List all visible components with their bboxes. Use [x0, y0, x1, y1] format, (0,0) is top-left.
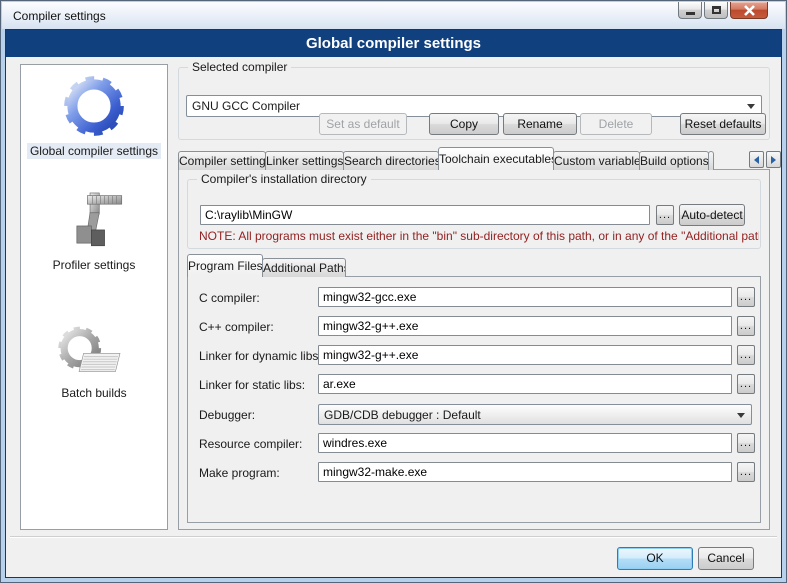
sidebar-item-batch-builds[interactable]: Batch builds	[21, 321, 167, 401]
tab-scroll-left-button[interactable]	[749, 151, 764, 168]
make-program-input[interactable]	[318, 462, 732, 482]
make-program-label: Make program:	[199, 466, 280, 480]
program-files-panel: C compiler: ... C++ compiler: ... Linker…	[187, 276, 761, 523]
cpp-compiler-input[interactable]	[318, 316, 732, 336]
resource-compiler-label: Resource compiler:	[199, 437, 302, 451]
delete-button[interactable]: Delete	[580, 113, 652, 135]
blue-gear-icon	[58, 69, 130, 143]
installation-directory-legend: Compiler's installation directory	[197, 172, 371, 186]
arrow-left-icon	[754, 156, 759, 164]
debugger-label: Debugger:	[199, 408, 255, 422]
resource-compiler-browse-button[interactable]: ...	[737, 433, 755, 453]
cancel-button[interactable]: Cancel	[698, 547, 754, 570]
chevron-down-icon	[747, 104, 755, 109]
make-program-browse-button[interactable]: ...	[737, 462, 755, 482]
tab-additional-paths[interactable]: Additional Paths	[262, 258, 346, 277]
toolchain-executables-panel: Compiler's installation directory ... Au…	[178, 169, 770, 530]
sidebar-item-global-compiler-settings[interactable]: Global compiler settings	[21, 69, 167, 159]
selected-compiler-group: Selected compiler GNU GCC Compiler Set a…	[178, 67, 770, 140]
set-as-default-button[interactable]: Set as default	[319, 113, 407, 135]
dialog-header: Global compiler settings	[6, 30, 781, 57]
ok-button[interactable]: OK	[617, 547, 693, 570]
tab-toolchain-executables[interactable]: Toolchain executables	[438, 147, 554, 170]
arrow-right-icon	[771, 156, 776, 164]
chevron-down-icon	[737, 413, 745, 418]
close-button[interactable]	[730, 2, 768, 19]
dialog-frame: Global compiler settings Global compiler…	[5, 29, 782, 578]
window-title: Compiler settings	[13, 9, 106, 23]
compiler-select-value: GNU GCC Compiler	[192, 99, 300, 113]
browse-directory-button[interactable]: ...	[656, 205, 674, 225]
maximize-button[interactable]	[704, 2, 728, 19]
dynamic-linker-label: Linker for dynamic libs:	[199, 349, 322, 363]
titlebar[interactable]: Compiler settings	[2, 2, 785, 29]
c-compiler-browse-button[interactable]: ...	[737, 287, 755, 307]
tab-program-files[interactable]: Program Files	[187, 254, 263, 277]
debugger-select-value: GDB/CDB debugger : Default	[324, 408, 481, 422]
settings-tabstrip: Compiler settings Linker settings Search…	[178, 147, 783, 170]
maximize-icon	[712, 6, 721, 14]
installation-directory-group: Compiler's installation directory ... Au…	[187, 179, 761, 249]
tab-linker-settings[interactable]: Linker settings	[265, 151, 344, 170]
auto-detect-button[interactable]: Auto-detect	[679, 204, 745, 226]
tab-scroll-arrows	[747, 151, 781, 168]
minimize-icon	[686, 12, 695, 15]
cpp-compiler-browse-button[interactable]: ...	[737, 316, 755, 336]
resource-compiler-input[interactable]	[318, 433, 732, 453]
c-compiler-input[interactable]	[318, 287, 732, 307]
caliper-icon	[61, 187, 127, 257]
static-linker-browse-button[interactable]: ...	[737, 374, 755, 394]
rename-button[interactable]: Rename	[503, 113, 577, 135]
tab-compiler-settings[interactable]: Compiler settings	[178, 151, 266, 170]
cpp-compiler-label: C++ compiler:	[199, 320, 274, 334]
debugger-select[interactable]: GDB/CDB debugger : Default	[318, 404, 752, 425]
static-linker-label: Linker for static libs:	[199, 378, 305, 392]
tab-search-directories[interactable]: Search directories	[343, 151, 439, 170]
tab-overflow-fragment	[708, 151, 714, 170]
sidebar-item-label: Profiler settings	[50, 257, 139, 273]
copy-button[interactable]: Copy	[429, 113, 499, 135]
footer-separator	[10, 536, 777, 538]
reset-defaults-button[interactable]: Reset defaults	[680, 113, 766, 135]
tab-build-options[interactable]: Build options	[639, 151, 709, 170]
settings-category-list: Global compiler settings Profil	[20, 64, 168, 530]
minimize-button[interactable]	[678, 2, 702, 19]
window-controls	[676, 2, 768, 19]
gray-gear-stack-icon	[55, 321, 133, 385]
compiler-settings-window: Compiler settings Global compiler settin…	[0, 0, 787, 583]
selected-compiler-legend: Selected compiler	[188, 60, 291, 74]
bin-subdirectory-note: NOTE: All programs must exist either in …	[199, 229, 759, 243]
close-icon	[743, 5, 756, 16]
sidebar-item-profiler-settings[interactable]: Profiler settings	[21, 187, 167, 273]
program-files-tabstrip: Program Files Additional Paths	[187, 255, 345, 277]
dynamic-linker-browse-button[interactable]: ...	[737, 345, 755, 365]
sidebar-item-label: Global compiler settings	[27, 143, 161, 159]
sidebar-item-label: Batch builds	[58, 385, 129, 401]
static-linker-input[interactable]	[318, 374, 732, 394]
tab-scroll-right-button[interactable]	[766, 151, 781, 168]
c-compiler-label: C compiler:	[199, 291, 260, 305]
dynamic-linker-input[interactable]	[318, 345, 732, 365]
tab-custom-variables[interactable]: Custom variables	[553, 151, 640, 170]
dialog-header-title: Global compiler settings	[306, 35, 481, 52]
installation-directory-input[interactable]	[200, 205, 650, 225]
